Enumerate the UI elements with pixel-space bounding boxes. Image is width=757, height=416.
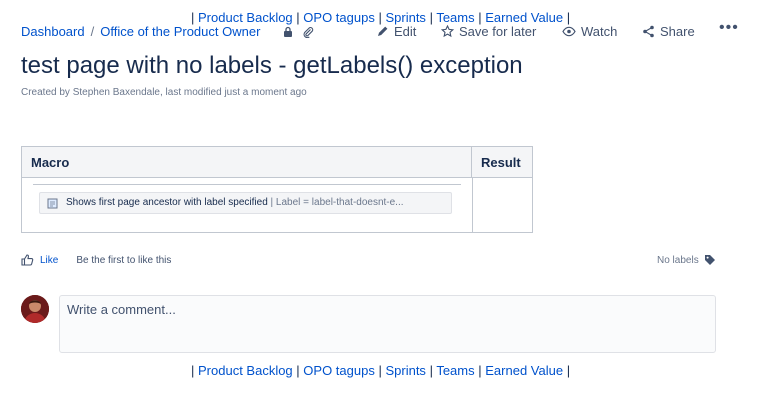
thumbs-up-icon bbox=[21, 254, 34, 266]
pencil-icon bbox=[378, 26, 388, 36]
more-actions-button[interactable]: ••• bbox=[719, 19, 739, 37]
share-label: Share bbox=[660, 23, 695, 39]
nav-link-product-backlog[interactable]: Product Backlog bbox=[198, 10, 293, 25]
tag-icon[interactable] bbox=[704, 254, 716, 266]
edit-label: Edit bbox=[394, 23, 417, 39]
attachment-icon[interactable] bbox=[302, 25, 314, 39]
breadcrumb-icons bbox=[282, 25, 314, 39]
footer-link-opo-tagups[interactable]: OPO tagups bbox=[303, 363, 375, 378]
share-icon bbox=[643, 25, 654, 37]
macro-name: Shows first page ancestor with label spe… bbox=[66, 197, 268, 208]
share-button[interactable]: Share bbox=[642, 22, 695, 40]
save-for-later-button[interactable]: Save for later bbox=[441, 22, 536, 40]
macro-params: | Label = label-that-doesnt-e... bbox=[267, 197, 404, 208]
footer-link-teams[interactable]: Teams bbox=[436, 363, 474, 378]
like-row: Like Be the first to like this bbox=[21, 254, 171, 266]
labels-area: No labels bbox=[657, 254, 716, 266]
macro-divider bbox=[33, 184, 461, 185]
star-icon bbox=[441, 24, 454, 37]
breadcrumb-office-of-product-owner[interactable]: Office of the Product Owner bbox=[100, 24, 260, 39]
comment-input[interactable]: Write a comment... bbox=[59, 295, 716, 353]
watch-label: Watch bbox=[581, 23, 618, 39]
column-header-macro: Macro bbox=[22, 147, 472, 178]
column-divider bbox=[472, 178, 473, 232]
macro-page-icon bbox=[47, 198, 58, 209]
macro-table: Macro Result Shows first page ancestor w… bbox=[21, 146, 533, 233]
footer-link-sprints[interactable]: Sprints bbox=[385, 363, 425, 378]
footer-link-earned-value[interactable]: Earned Value bbox=[485, 363, 563, 378]
like-button[interactable]: Like bbox=[21, 254, 58, 266]
breadcrumb-dashboard[interactable]: Dashboard bbox=[21, 24, 85, 39]
no-labels-text: No labels bbox=[657, 254, 699, 266]
page-byline: Created by Stephen Baxendale, last modif… bbox=[21, 87, 307, 98]
bottom-nav: | Product Backlog | OPO tagups | Sprints… bbox=[191, 363, 571, 378]
eye-icon bbox=[562, 26, 576, 36]
macro-placeholder[interactable]: Shows first page ancestor with label spe… bbox=[39, 192, 452, 214]
like-description: Be the first to like this bbox=[76, 254, 172, 266]
edit-button[interactable]: Edit bbox=[376, 22, 416, 40]
avatar bbox=[21, 295, 49, 323]
like-label: Like bbox=[40, 254, 59, 266]
footer-link-product-backlog[interactable]: Product Backlog bbox=[198, 363, 293, 378]
page-title: test page with no labels - getLabels() e… bbox=[21, 52, 523, 79]
breadcrumb: Dashboard / Office of the Product Owner bbox=[21, 24, 261, 39]
more-icon: ••• bbox=[719, 19, 739, 36]
nav-link-opo-tagups[interactable]: OPO tagups bbox=[303, 10, 375, 25]
save-for-later-label: Save for later bbox=[459, 23, 537, 39]
watch-button[interactable]: Watch bbox=[562, 22, 617, 40]
column-header-result: Result bbox=[472, 147, 532, 178]
lock-icon[interactable] bbox=[282, 25, 294, 37]
